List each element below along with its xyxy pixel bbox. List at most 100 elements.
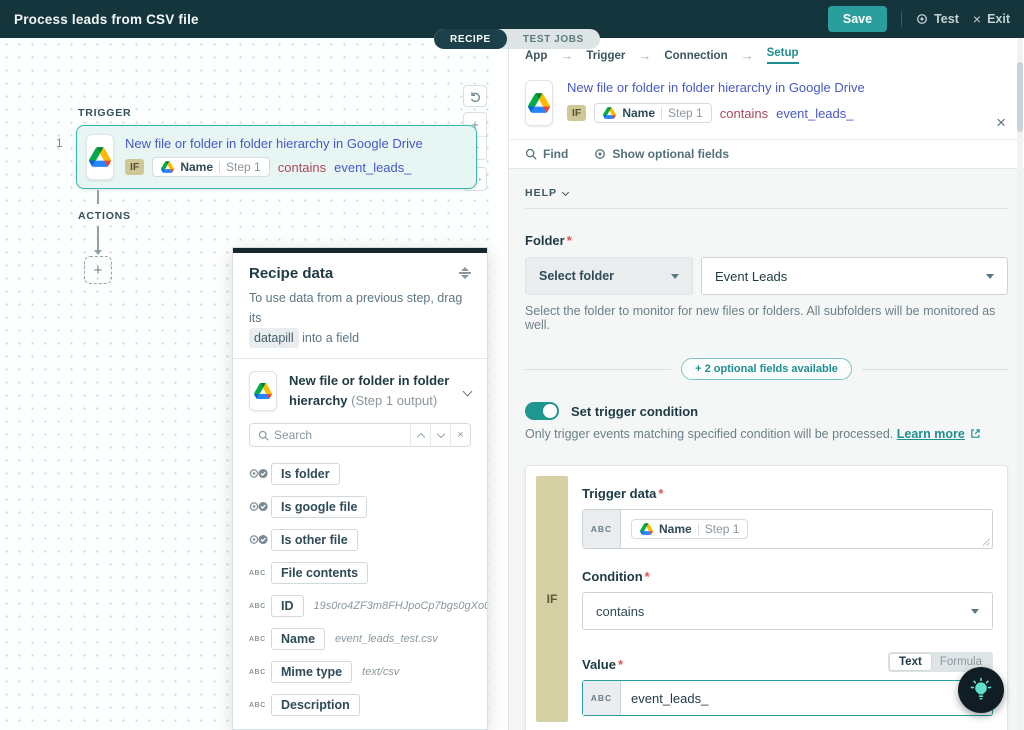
datapill-is-other-file[interactable]: Is other file	[271, 529, 358, 552]
condition-operator: contains	[719, 105, 769, 121]
datapill-id[interactable]: ID	[271, 595, 304, 618]
google-drive-icon	[603, 107, 616, 119]
list-item: ABC Name event_leads_test.csv	[249, 628, 471, 651]
find-button[interactable]: Find	[525, 147, 568, 161]
value-label: Value *	[582, 657, 624, 672]
breadcrumb-trigger[interactable]: Trigger	[586, 50, 625, 62]
add-step-button[interactable]: +	[84, 256, 112, 284]
resize-handle-icon[interactable]	[459, 267, 471, 279]
list-item: Is folder	[249, 463, 471, 486]
tab-recipe[interactable]: RECIPE	[434, 29, 507, 49]
undo-icon	[469, 90, 482, 103]
actions-section-label: ACTIONS	[78, 210, 131, 222]
view-tabs: RECIPE TEST JOBS	[434, 29, 600, 49]
google-drive-icon	[254, 383, 272, 399]
resize-grip-icon[interactable]	[982, 538, 990, 546]
search-input[interactable]	[274, 428, 410, 443]
google-drive-icon-card	[249, 371, 277, 412]
top-bar-divider	[901, 11, 903, 27]
trigger-config-title[interactable]: New file or folder in folder hierarchy i…	[567, 80, 865, 95]
datapill-file-contents[interactable]: File contents	[271, 562, 369, 585]
exit-button[interactable]: × Exit	[973, 11, 1010, 27]
breadcrumb-connection[interactable]: Connection	[664, 50, 727, 62]
text-type-icon: ABC	[249, 635, 266, 643]
sample-value: text/csv	[362, 666, 400, 679]
test-gear-icon	[916, 13, 928, 25]
config-panel: App → Trigger → Connection → Setup New f…	[508, 38, 1024, 730]
breadcrumb-app[interactable]: App	[525, 50, 547, 62]
close-panel-button[interactable]: ×	[996, 114, 1006, 131]
output-source-row[interactable]: New file or folder in folder hierarchy (…	[233, 359, 487, 419]
arrow-right-icon: →	[638, 48, 652, 63]
datapill-is-google-file[interactable]: Is google file	[271, 496, 368, 519]
recipe-editor: Process leads from CSV file Save Test × …	[0, 0, 1024, 730]
google-drive-icon-card	[525, 80, 553, 126]
folder-source-select[interactable]: Select folder	[525, 257, 693, 295]
text-type-icon: ABC	[583, 681, 621, 715]
eye-icon	[594, 148, 606, 160]
trigger-node-condition: IF Name Step 1 contains event_leads_	[125, 157, 412, 177]
assistant-fab[interactable]	[958, 667, 1004, 713]
condition-value: event_leads_	[334, 159, 412, 175]
arrow-right-icon: →	[560, 48, 574, 63]
trigger-setup-form: HELP Folder * Select folder Event Leads S…	[509, 187, 1024, 730]
scrollbar-thumb[interactable]	[1017, 62, 1023, 132]
trigger-condition-card: IF Trigger data * ABC Name Step 1 Condit…	[525, 465, 1008, 730]
chevron-down-icon[interactable]	[462, 386, 473, 397]
search-next-button[interactable]	[430, 424, 450, 447]
datapill-name[interactable]: Name	[271, 628, 326, 651]
optional-fields-button[interactable]: + 2 optional fields available	[681, 358, 852, 380]
plus-icon: +	[93, 261, 103, 279]
datapill-description[interactable]: Description	[271, 694, 360, 717]
google-drive-icon	[640, 523, 653, 535]
required-mark: *	[644, 569, 650, 584]
list-item: ABC Description	[249, 694, 471, 717]
connector-line	[97, 190, 99, 204]
trigger-node[interactable]: New file or folder in folder hierarchy i…	[76, 125, 477, 189]
trigger-data-input[interactable]: ABC Name Step 1	[582, 509, 993, 549]
list-item: Is other file	[249, 529, 471, 552]
recipe-data-title: Recipe data	[249, 265, 334, 282]
name-datapill-ref[interactable]: Name Step 1	[631, 519, 749, 539]
trigger-condition-toggle[interactable]	[525, 402, 559, 420]
close-icon: ×	[972, 11, 982, 27]
breadcrumb-setup[interactable]: Setup	[766, 47, 799, 64]
name-datapill-ref[interactable]: Name Step 1	[152, 157, 270, 177]
text-mode-tab[interactable]: Text	[890, 654, 931, 670]
caret-down-icon	[986, 273, 994, 279]
condition-label: Condition *	[582, 569, 650, 584]
trigger-config-condition: IF Name Step 1 contains event_leads_	[567, 103, 865, 123]
help-toggle[interactable]: HELP	[525, 187, 1008, 199]
tab-test-jobs[interactable]: TEST JOBS	[507, 29, 600, 49]
lightbulb-icon	[968, 677, 994, 703]
list-item: ABC Mime type text/csv	[249, 661, 471, 684]
save-button[interactable]: Save	[827, 6, 888, 32]
boolean-type-icon	[249, 468, 271, 481]
trigger-node-title: New file or folder in folder hierarchy i…	[125, 136, 423, 151]
pill-divider	[661, 107, 663, 119]
step-number: 1	[56, 136, 63, 150]
name-datapill-ref[interactable]: Name Step 1	[594, 103, 712, 123]
show-optional-fields-button[interactable]: Show optional fields	[594, 147, 729, 161]
reset-view-button[interactable]	[463, 85, 487, 107]
condition-select[interactable]: contains	[582, 592, 993, 630]
if-badge: IF	[125, 159, 145, 175]
folder-value-select[interactable]: Event Leads	[701, 257, 1008, 295]
connector-line	[97, 226, 99, 250]
text-type-icon: ABC	[583, 510, 621, 548]
datapill-mime-type[interactable]: Mime type	[271, 661, 353, 684]
list-item: ABC ID 19s0ro4ZF3m8FHJpoCp7bgs0gXo0HbEK4	[249, 595, 487, 618]
search-clear-button[interactable]: ×	[450, 424, 470, 447]
folder-help-text: Select the folder to monitor for new fil…	[525, 304, 996, 332]
test-button[interactable]: Test	[916, 12, 959, 26]
value-input[interactable]: ABC event_leads_	[582, 680, 993, 716]
datapill-search-box: ×	[249, 423, 471, 448]
caret-down-icon	[671, 273, 679, 279]
divider	[525, 208, 1008, 209]
datapill-is-folder[interactable]: Is folder	[271, 463, 340, 486]
scrollbar-track[interactable]	[1017, 38, 1023, 730]
sample-value: 19s0ro4ZF3m8FHJpoCp7bgs0gXo0HbEK4	[313, 600, 488, 613]
learn-more-link[interactable]: Learn more	[897, 427, 965, 441]
search-prev-button[interactable]	[410, 424, 430, 447]
condition-operator: contains	[277, 159, 327, 175]
